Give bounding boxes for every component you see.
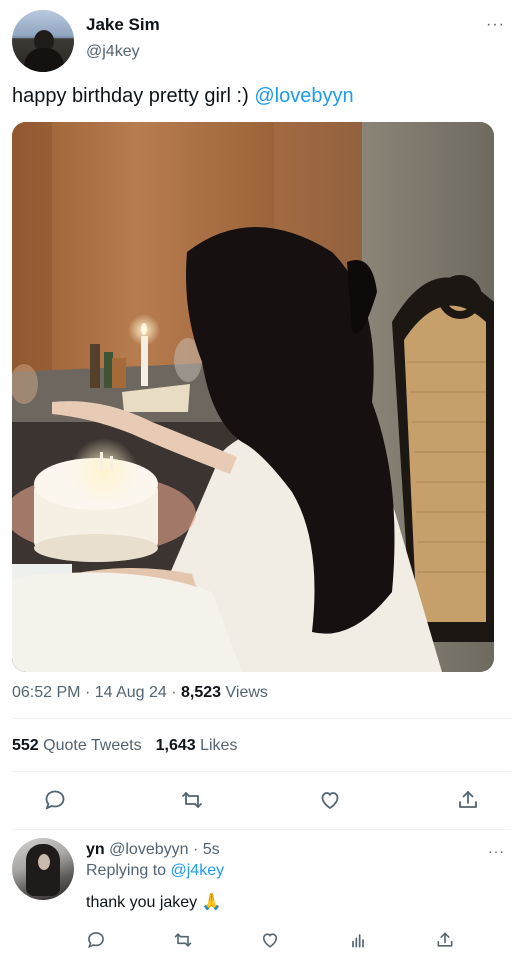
divider xyxy=(12,771,511,772)
like-icon[interactable] xyxy=(258,928,282,952)
retweet-icon[interactable] xyxy=(171,928,195,952)
reply-icon[interactable] xyxy=(84,928,108,952)
quote-count: 552 xyxy=(12,737,39,754)
like-icon[interactable] xyxy=(316,786,344,814)
reply-header: yn @lovebyyn · 5s xyxy=(86,841,220,859)
tweet-body: happy birthday pretty girl :) xyxy=(12,85,255,107)
divider xyxy=(12,829,511,830)
quote-tweets-link[interactable]: 552 Quote Tweets xyxy=(12,737,142,754)
author-handle[interactable]: @j4key xyxy=(86,43,140,61)
reply-age[interactable]: 5s xyxy=(203,841,220,858)
reply-actions xyxy=(0,928,523,952)
reply-author-name[interactable]: yn xyxy=(86,841,105,858)
author-name[interactable]: Jake Sim xyxy=(86,15,160,35)
avatar-body xyxy=(24,48,64,72)
views-label: Views xyxy=(225,684,268,701)
tweet-stats: 552 Quote Tweets 1,643 Likes xyxy=(12,737,237,755)
likes-link[interactable]: 1,643 Likes xyxy=(156,737,238,754)
share-icon[interactable] xyxy=(454,786,482,814)
views-count: 8,523 xyxy=(181,684,222,701)
tweet-date[interactable]: 14 Aug 24 xyxy=(95,684,167,701)
reply-author-handle[interactable]: @lovebyyn xyxy=(109,841,188,858)
retweet-icon[interactable] xyxy=(178,786,206,814)
analytics-icon[interactable] xyxy=(346,928,370,952)
reply-text: thank you jakey 🙏 xyxy=(86,894,222,911)
meta-dot: · xyxy=(84,684,95,701)
tweet-photo[interactable] xyxy=(12,122,494,672)
tweet-mention-link[interactable]: @lovebyyn xyxy=(254,85,353,107)
tweet-text: happy birthday pretty girl :) @lovebyyn xyxy=(12,85,354,108)
tweet-actions xyxy=(0,786,523,816)
reply-more-options-icon[interactable]: ··· xyxy=(488,844,505,858)
avatar-face xyxy=(38,854,50,870)
replying-to-link[interactable]: @j4key xyxy=(171,862,225,879)
author-avatar[interactable] xyxy=(12,10,74,72)
share-icon[interactable] xyxy=(433,928,457,952)
more-options-icon[interactable]: ··· xyxy=(486,17,505,33)
quote-label: Quote Tweets xyxy=(43,737,142,754)
reply-author-avatar[interactable] xyxy=(12,838,74,900)
likes-label: Likes xyxy=(200,737,238,754)
replying-to: Replying to @j4key xyxy=(86,862,224,880)
meta-dot: · xyxy=(171,684,182,701)
reply-dot: · xyxy=(192,841,199,858)
likes-count: 1,643 xyxy=(155,737,196,754)
tweet-meta: 06:52 PM · 14 Aug 24 · 8,523 Views xyxy=(12,684,268,702)
divider xyxy=(12,718,511,719)
tweet-time[interactable]: 06:52 PM xyxy=(12,684,80,701)
avatar-hair xyxy=(26,844,60,896)
replying-prefix: Replying to xyxy=(86,862,171,879)
reply-icon[interactable] xyxy=(41,786,69,814)
